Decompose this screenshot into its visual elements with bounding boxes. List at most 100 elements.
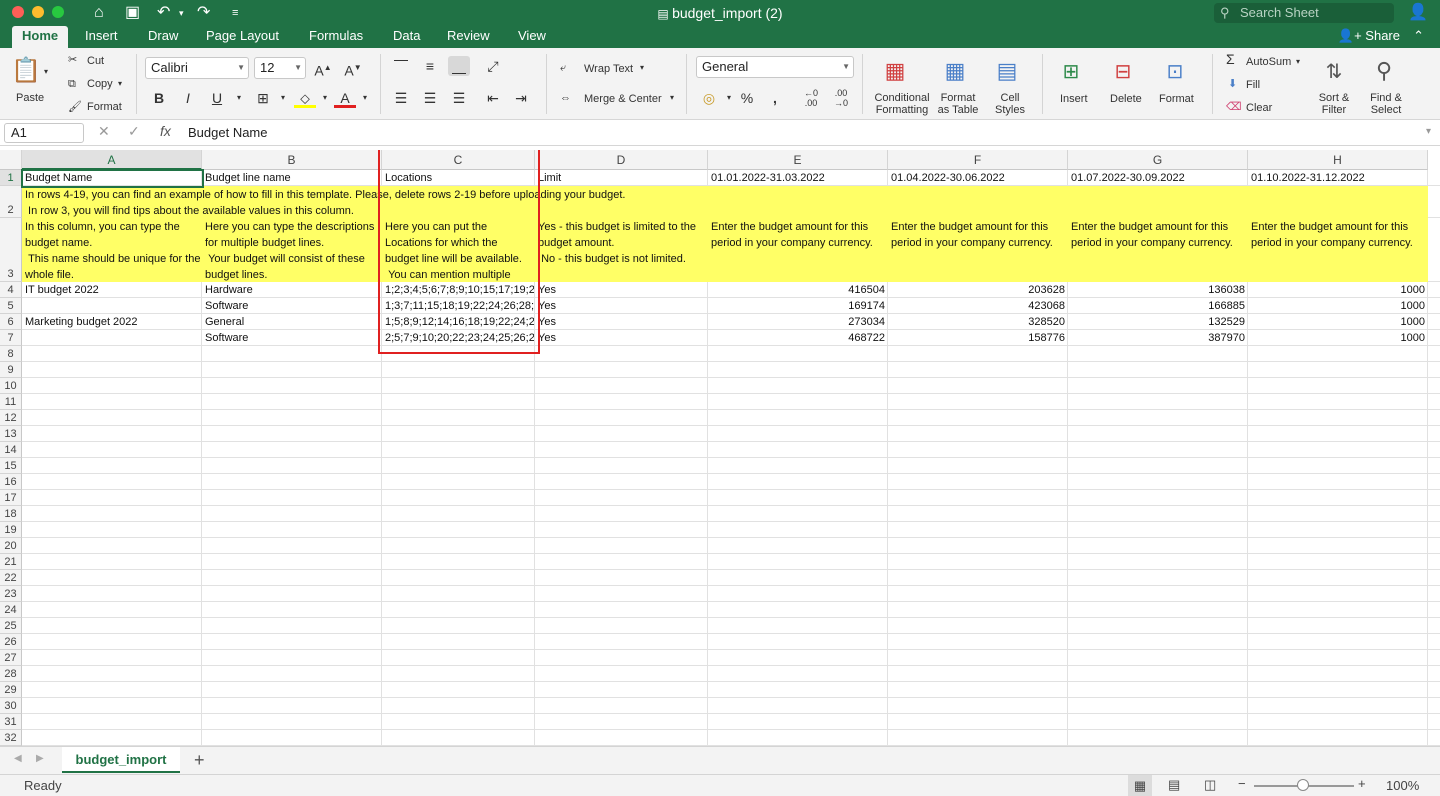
cell-D4[interactable]: Yes bbox=[536, 282, 707, 298]
cell-E1[interactable]: 01.01.2022-31.03.2022 bbox=[709, 170, 888, 186]
format-cells-button[interactable]: Format bbox=[1159, 93, 1194, 105]
font-color-icon[interactable]: A bbox=[334, 88, 356, 108]
align-left-icon[interactable]: ☰ bbox=[390, 88, 412, 108]
cell-E3[interactable]: Enter the budget amount for this period … bbox=[709, 219, 887, 283]
function-icon[interactable]: fx bbox=[160, 123, 171, 139]
row-header-26[interactable]: 26 bbox=[0, 634, 22, 650]
sheet-tab-budget-import[interactable]: budget_import bbox=[62, 747, 180, 773]
cut-button[interactable]: Cut bbox=[87, 55, 104, 67]
row-header-29[interactable]: 29 bbox=[0, 682, 22, 698]
row-header-6[interactable]: 6 bbox=[0, 314, 22, 330]
decrease-decimal-icon[interactable]: .00 →0 bbox=[830, 88, 852, 108]
delete-cells-button[interactable]: Delete bbox=[1110, 93, 1142, 105]
format-as-table-button[interactable]: Format as Table bbox=[935, 92, 981, 116]
cell-G3[interactable]: Enter the budget amount for this period … bbox=[1069, 219, 1247, 283]
fill-color-dropdown-icon[interactable]: ▾ bbox=[314, 88, 336, 108]
number-format-field[interactable]: General ▼ bbox=[696, 56, 854, 78]
merge-center-dropdown-icon[interactable]: ▾ bbox=[670, 92, 674, 104]
borders-dropdown-icon[interactable]: ▾ bbox=[272, 88, 294, 108]
normal-view-icon[interactable]: ▦ bbox=[1128, 775, 1152, 796]
align-center-icon[interactable]: ☰ bbox=[419, 88, 441, 108]
zoom-in-icon[interactable]: + bbox=[1358, 776, 1366, 791]
orientation-icon[interactable]: ⤢ bbox=[482, 56, 504, 76]
format-painter-button[interactable]: Format bbox=[87, 101, 122, 113]
wrap-text-dropdown-icon[interactable]: ▾ bbox=[640, 62, 644, 74]
format-painter-icon[interactable]: 🖌 bbox=[68, 101, 82, 113]
cut-icon[interactable]: ✂ bbox=[68, 54, 77, 66]
tab-view[interactable]: View bbox=[508, 26, 556, 48]
name-box[interactable]: A1 bbox=[4, 123, 84, 143]
increase-indent-icon[interactable]: ⇥ bbox=[510, 88, 532, 108]
autosum-button[interactable]: AutoSum bbox=[1246, 56, 1291, 68]
cell-D7[interactable]: Yes bbox=[536, 330, 707, 346]
align-middle-icon[interactable]: ≡ bbox=[419, 56, 441, 76]
align-right-icon[interactable]: ☰ bbox=[448, 88, 470, 108]
row-header-18[interactable]: 18 bbox=[0, 506, 22, 522]
copy-button[interactable]: Copy bbox=[87, 78, 113, 90]
cell-D1[interactable]: Limit bbox=[536, 170, 708, 186]
cell-B7[interactable]: Software bbox=[203, 330, 381, 346]
cell-A4[interactable]: IT budget 2022 bbox=[23, 282, 201, 298]
cell-H6[interactable]: 1000 bbox=[1249, 314, 1427, 330]
clear-button[interactable]: Clear bbox=[1246, 102, 1272, 114]
cell-B5[interactable]: Software bbox=[203, 298, 381, 314]
account-icon[interactable]: 👤 bbox=[1408, 3, 1428, 23]
cell-A2-line2[interactable]: In row 3, you will find tips about the a… bbox=[23, 203, 1423, 219]
cell-B6[interactable]: General bbox=[203, 314, 381, 330]
cell-A2-line1[interactable]: In rows 4-19, you can find an example of… bbox=[23, 187, 1423, 203]
cell-A3[interactable]: In this column, you can type the budget … bbox=[23, 219, 201, 283]
row-header-9[interactable]: 9 bbox=[0, 362, 22, 378]
insert-cells-button[interactable]: Insert bbox=[1060, 93, 1088, 105]
cell-G6[interactable]: 132529 bbox=[1069, 314, 1247, 330]
cell-B4[interactable]: Hardware bbox=[203, 282, 381, 298]
column-header-E[interactable]: E bbox=[708, 150, 888, 170]
confirm-icon[interactable]: ✓ bbox=[128, 123, 140, 140]
zoom-out-icon[interactable]: − bbox=[1238, 776, 1246, 791]
row-header-30[interactable]: 30 bbox=[0, 698, 22, 714]
row-header-32[interactable]: 32 bbox=[0, 730, 22, 746]
cell-D6[interactable]: Yes bbox=[536, 314, 707, 330]
cell-G1[interactable]: 01.07.2022-30.09.2022 bbox=[1069, 170, 1248, 186]
row-header-11[interactable]: 11 bbox=[0, 394, 22, 410]
row-header-20[interactable]: 20 bbox=[0, 538, 22, 554]
font-size-field[interactable]: 12 ▼ bbox=[254, 57, 306, 79]
paste-button[interactable]: Paste bbox=[16, 92, 44, 104]
font-color-dropdown-icon[interactable]: ▾ bbox=[354, 88, 376, 108]
align-top-icon[interactable]: ⎺ bbox=[390, 56, 412, 76]
row-header-19[interactable]: 19 bbox=[0, 522, 22, 538]
tab-insert[interactable]: Insert bbox=[75, 26, 128, 48]
row-header-13[interactable]: 13 bbox=[0, 426, 22, 442]
cell-B3[interactable]: Here you can type the descriptions for m… bbox=[203, 219, 381, 283]
conditional-formatting-button[interactable]: Conditional Formatting bbox=[872, 92, 932, 116]
fill-color-icon[interactable]: ⬦ bbox=[294, 88, 316, 108]
column-header-B[interactable]: B bbox=[202, 150, 382, 170]
cell-E4[interactable]: 416504 bbox=[709, 282, 887, 298]
cell-H1[interactable]: 01.10.2022-31.12.2022 bbox=[1249, 170, 1428, 186]
autosum-dropdown-icon[interactable]: ▾ bbox=[1296, 56, 1300, 68]
comma-style-button[interactable]: , bbox=[764, 88, 786, 108]
zoom-slider-handle[interactable] bbox=[1297, 779, 1309, 791]
share-button[interactable]: 👤+ Share bbox=[1338, 26, 1400, 46]
underline-button[interactable]: U bbox=[206, 88, 228, 108]
cell-F6[interactable]: 328520 bbox=[889, 314, 1067, 330]
row-header-28[interactable]: 28 bbox=[0, 666, 22, 682]
find-select-button[interactable]: Find & Select bbox=[1366, 92, 1406, 116]
cell-A6[interactable]: Marketing budget 2022 bbox=[23, 314, 201, 330]
row-header-3[interactable]: 3 bbox=[0, 218, 22, 282]
search-sheet-input[interactable]: ⚲ Search Sheet bbox=[1214, 3, 1394, 23]
borders-icon[interactable]: ⊞ bbox=[252, 88, 274, 108]
tab-page-layout[interactable]: Page Layout bbox=[196, 26, 289, 48]
cell-G4[interactable]: 136038 bbox=[1069, 282, 1247, 298]
row-header-12[interactable]: 12 bbox=[0, 410, 22, 426]
copy-icon[interactable]: ⧉ bbox=[68, 78, 76, 90]
cell-H3[interactable]: Enter the budget amount for this period … bbox=[1249, 219, 1427, 283]
cancel-icon[interactable]: ✕ bbox=[98, 123, 110, 140]
wrap-text-button[interactable]: Wrap Text bbox=[584, 63, 633, 75]
underline-dropdown-icon[interactable]: ▾ bbox=[228, 88, 250, 108]
cell-F7[interactable]: 158776 bbox=[889, 330, 1067, 346]
cell-H7[interactable]: 1000 bbox=[1249, 330, 1427, 346]
cell-F5[interactable]: 423068 bbox=[889, 298, 1067, 314]
row-header-16[interactable]: 16 bbox=[0, 474, 22, 490]
row-header-27[interactable]: 27 bbox=[0, 650, 22, 666]
cell-E7[interactable]: 468722 bbox=[709, 330, 887, 346]
